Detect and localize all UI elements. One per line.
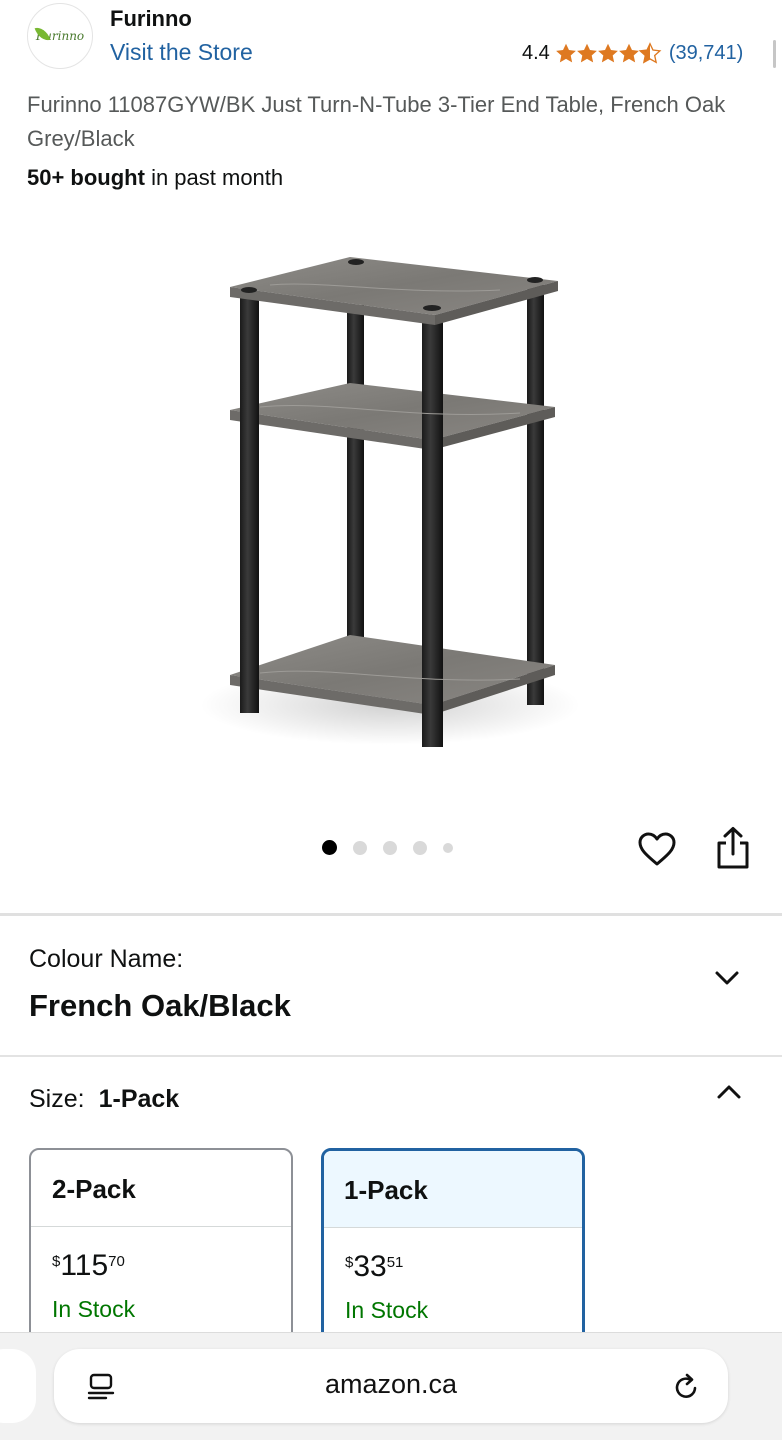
price-fraction: 70 <box>108 1253 125 1270</box>
product-image[interactable] <box>200 235 590 775</box>
carousel-dot[interactable] <box>413 840 427 855</box>
previous-tab-pill[interactable] <box>0 1349 36 1423</box>
heart-icon[interactable] <box>637 830 677 870</box>
price-currency: $ <box>345 1254 354 1271</box>
visit-store-link[interactable]: Visit the Store <box>110 39 253 66</box>
reload-icon[interactable] <box>670 1371 702 1403</box>
section-divider <box>0 1055 782 1057</box>
scroll-indicator <box>773 40 776 68</box>
size-option-name: 1-Pack <box>324 1151 582 1228</box>
bought-in-past-month: 50+ bought in past month <box>27 165 283 191</box>
browser-toolbar: amazon.ca <box>0 1332 782 1440</box>
brand-name: Furinno <box>110 6 192 31</box>
size-option-2-pack[interactable]: 2-Pack $ 115 70 In Stock <box>29 1148 293 1348</box>
price-whole: 115 <box>60 1249 109 1282</box>
carousel-dot[interactable] <box>353 840 367 855</box>
share-icon[interactable] <box>714 826 752 870</box>
url-text[interactable]: amazon.ca <box>54 1369 728 1400</box>
size-option-price: $ 33 51 <box>345 1250 403 1284</box>
rating-count-link[interactable]: (39,741) <box>669 42 744 65</box>
carousel-dot[interactable] <box>383 840 397 855</box>
stock-status: In Stock <box>52 1296 136 1322</box>
size-value: 1-Pack <box>98 1085 180 1113</box>
chevron-up-icon[interactable] <box>714 1077 744 1107</box>
size-option-name: 2-Pack <box>31 1150 291 1227</box>
rating-stars <box>554 42 662 65</box>
half-star-icon <box>638 42 662 64</box>
stock-status: In Stock <box>345 1297 429 1323</box>
price-fraction: 51 <box>386 1254 404 1271</box>
colour-value: French Oak/Black <box>29 988 291 1023</box>
brand-logo[interactable]: Furinno <box>27 3 93 69</box>
size-option-1-pack[interactable]: 1-Pack $ 33 51 In Stock <box>321 1148 585 1348</box>
bought-suffix: in past month <box>144 165 284 190</box>
price-whole: 33 <box>353 1250 387 1283</box>
rating-value: 4.4 <box>522 42 550 64</box>
section-divider <box>0 913 782 916</box>
carousel-dot[interactable] <box>443 842 453 853</box>
address-bar[interactable]: amazon.ca <box>54 1349 728 1423</box>
image-carousel-dots[interactable] <box>322 840 469 855</box>
size-label: Size: <box>29 1085 85 1113</box>
size-selector[interactable]: Size: 1-Pack <box>29 1085 179 1114</box>
rating-summary[interactable]: 4.4 (39,741) <box>522 42 743 65</box>
colour-label: Colour Name: <box>29 945 184 973</box>
chevron-down-icon[interactable] <box>712 963 742 993</box>
bought-count: 50+ bought <box>27 165 145 190</box>
size-option-price: $ 115 70 <box>52 1249 125 1283</box>
product-header: Furinno Furinno Visit the Store 4.4 (39,… <box>0 0 782 80</box>
price-currency: $ <box>52 1253 61 1270</box>
carousel-dot[interactable] <box>322 840 337 855</box>
product-title: Furinno 11087GYW/BK Just Turn-N-Tube 3-T… <box>27 92 726 151</box>
